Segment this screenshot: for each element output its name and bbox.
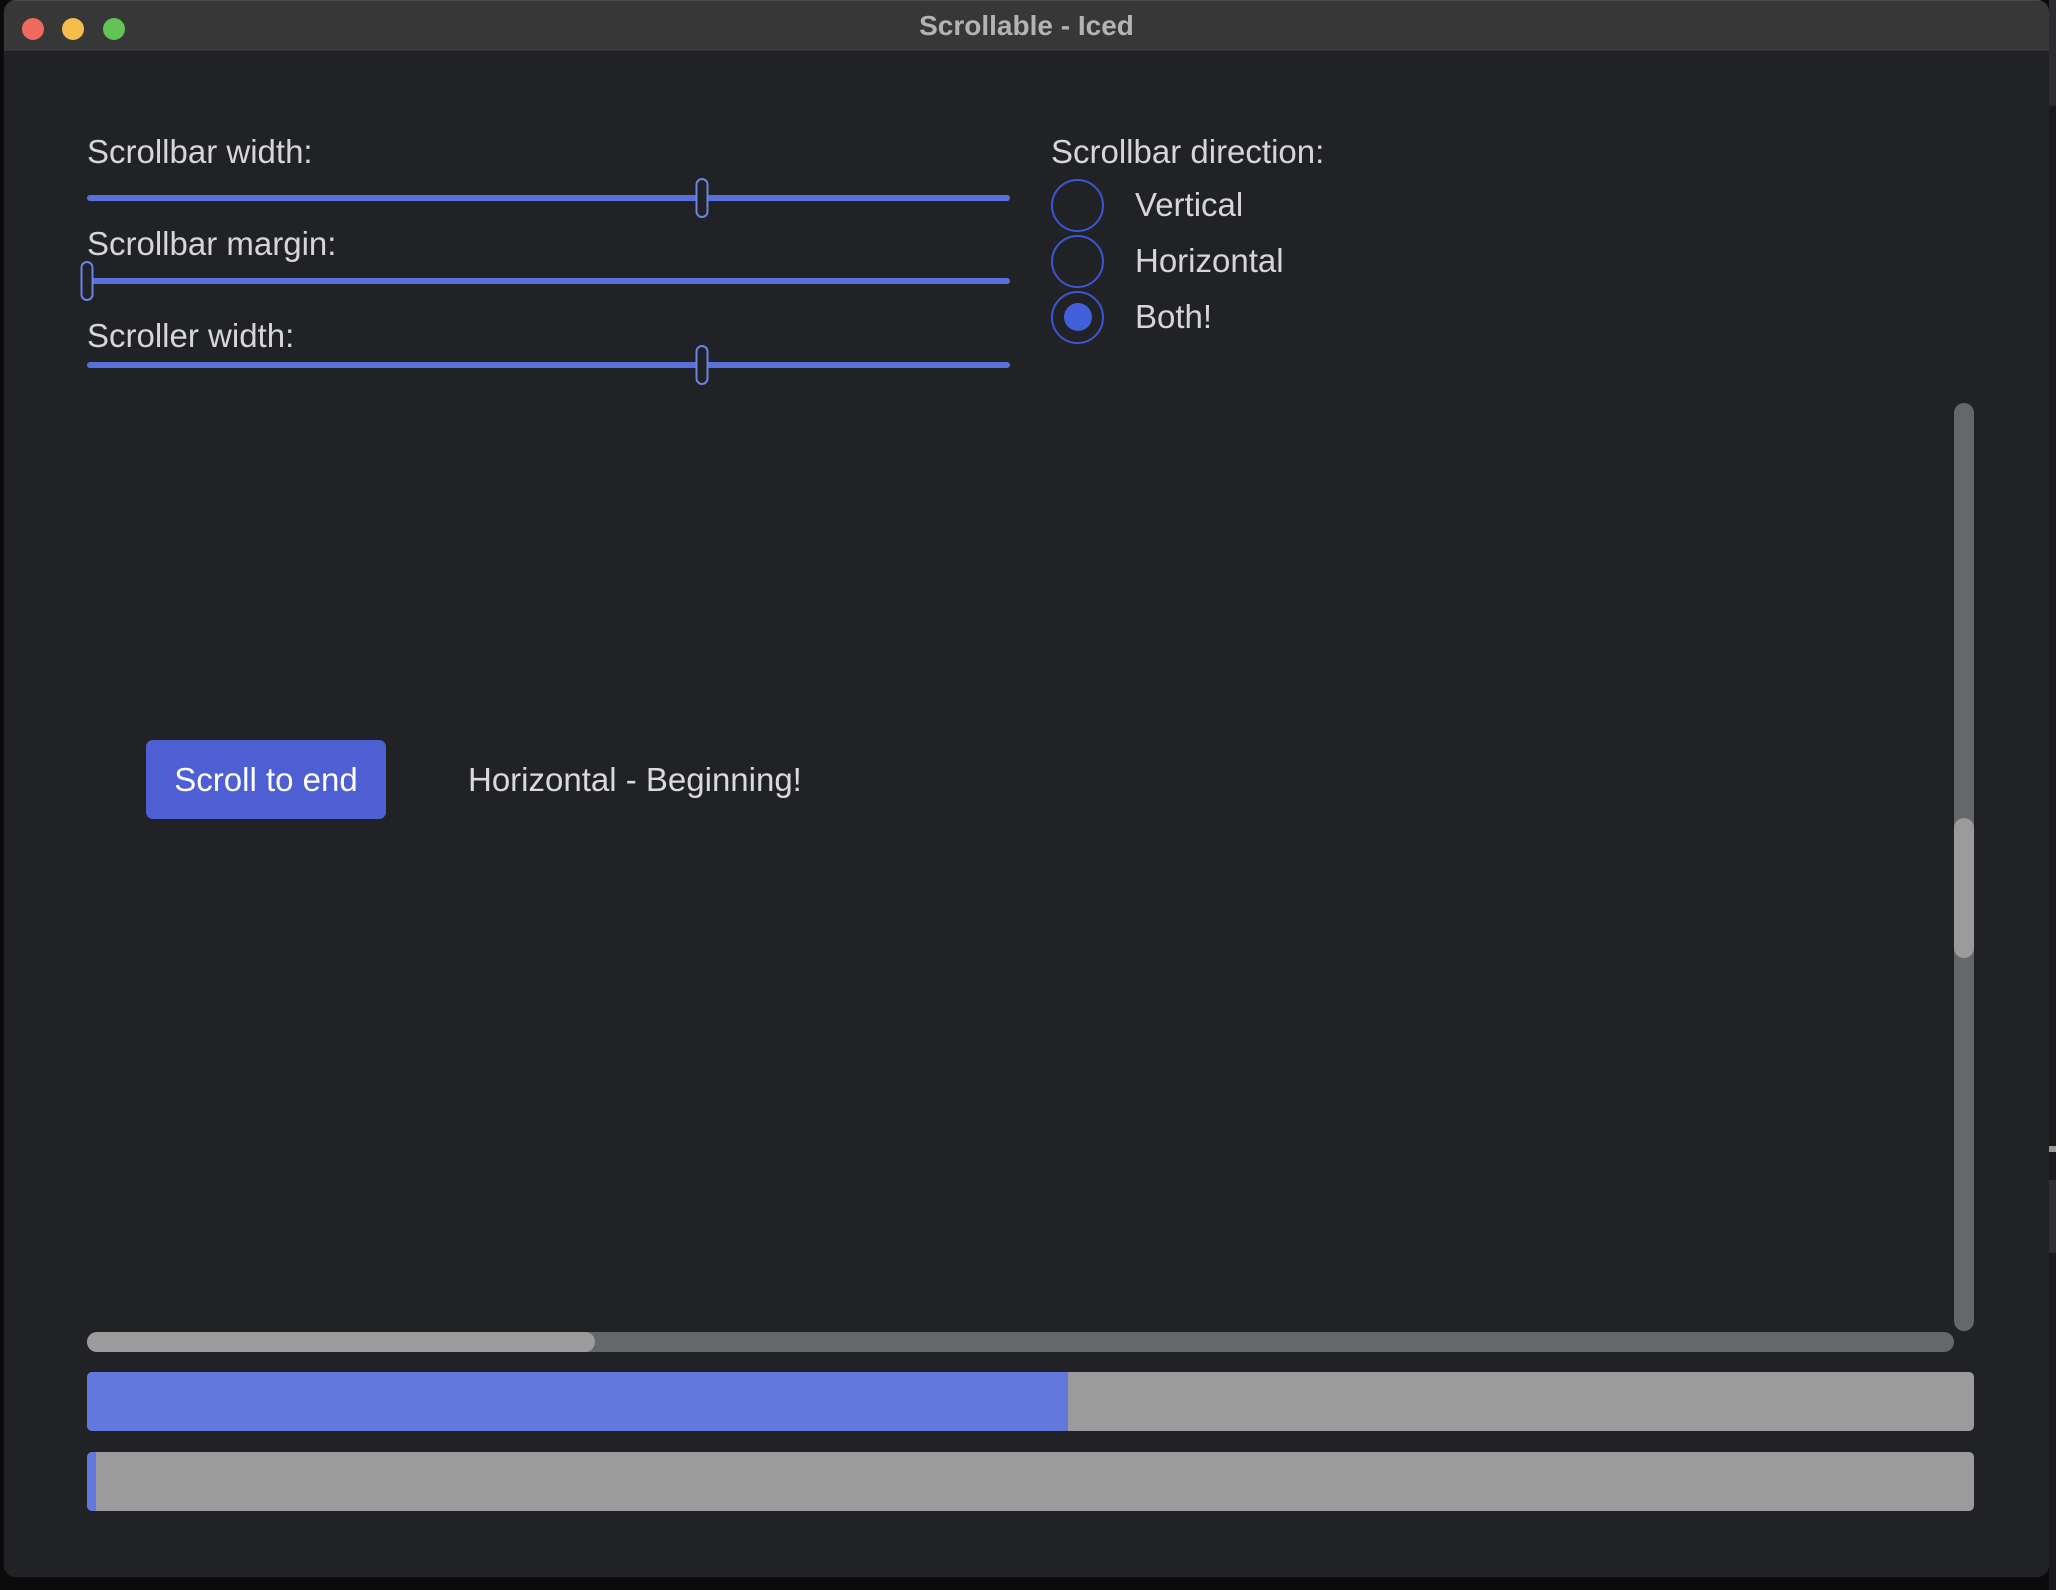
scrollbar-margin-slider[interactable] [87,278,1010,284]
progress-fill [87,1372,1068,1431]
slider-handle[interactable] [695,178,708,218]
scrollbar-margin-label: Scrollbar margin: [87,226,336,262]
radio-icon[interactable] [1051,235,1104,288]
radio-option-horizontal[interactable]: Horizontal [1051,234,1284,288]
background-window-scrollbar-edge [2049,1180,2056,1253]
radio-option-vertical[interactable]: Vertical [1051,178,1243,232]
background-window-scrollbar-tick [2049,1146,2056,1152]
scrollbar-direction-label: Scrollbar direction: [1051,134,1324,170]
horizontal-scrollbar-track[interactable] [87,1332,1954,1352]
radio-icon[interactable] [1051,179,1104,232]
radio-icon[interactable] [1051,291,1104,344]
scroller-width-slider[interactable] [87,362,1010,368]
slider-handle[interactable] [81,261,94,301]
background-window-sliver [2049,0,2056,1590]
scroller-width-label: Scroller width: [87,318,294,354]
horizontal-scrollbar-thumb[interactable] [87,1332,595,1352]
slider-handle[interactable] [695,345,708,385]
window-title: Scrollable - Iced [4,1,2049,53]
progress-fill [87,1452,96,1511]
titlebar: Scrollable - Iced [4,0,2049,52]
vertical-scrollbar-track[interactable] [1954,403,1974,1331]
radio-label: Vertical [1135,186,1243,224]
scrollbar-width-slider[interactable] [87,195,1010,201]
scroll-status-text: Horizontal - Beginning! [468,740,802,819]
scrollbar-width-label: Scrollbar width: [87,134,313,170]
background-window-titlebar-edge [2049,0,2056,106]
radio-label: Horizontal [1135,242,1284,280]
vertical-scrollbar-thumb[interactable] [1954,818,1974,958]
horizontal-progress-bar [87,1372,1974,1431]
vertical-progress-bar [87,1452,1974,1511]
scroll-to-end-button[interactable]: Scroll to end [146,740,386,819]
app-window: Scrollable - Iced Scrollbar width: Scrol… [4,0,2049,1577]
radio-label: Both! [1135,298,1212,336]
radio-option-both[interactable]: Both! [1051,290,1212,344]
